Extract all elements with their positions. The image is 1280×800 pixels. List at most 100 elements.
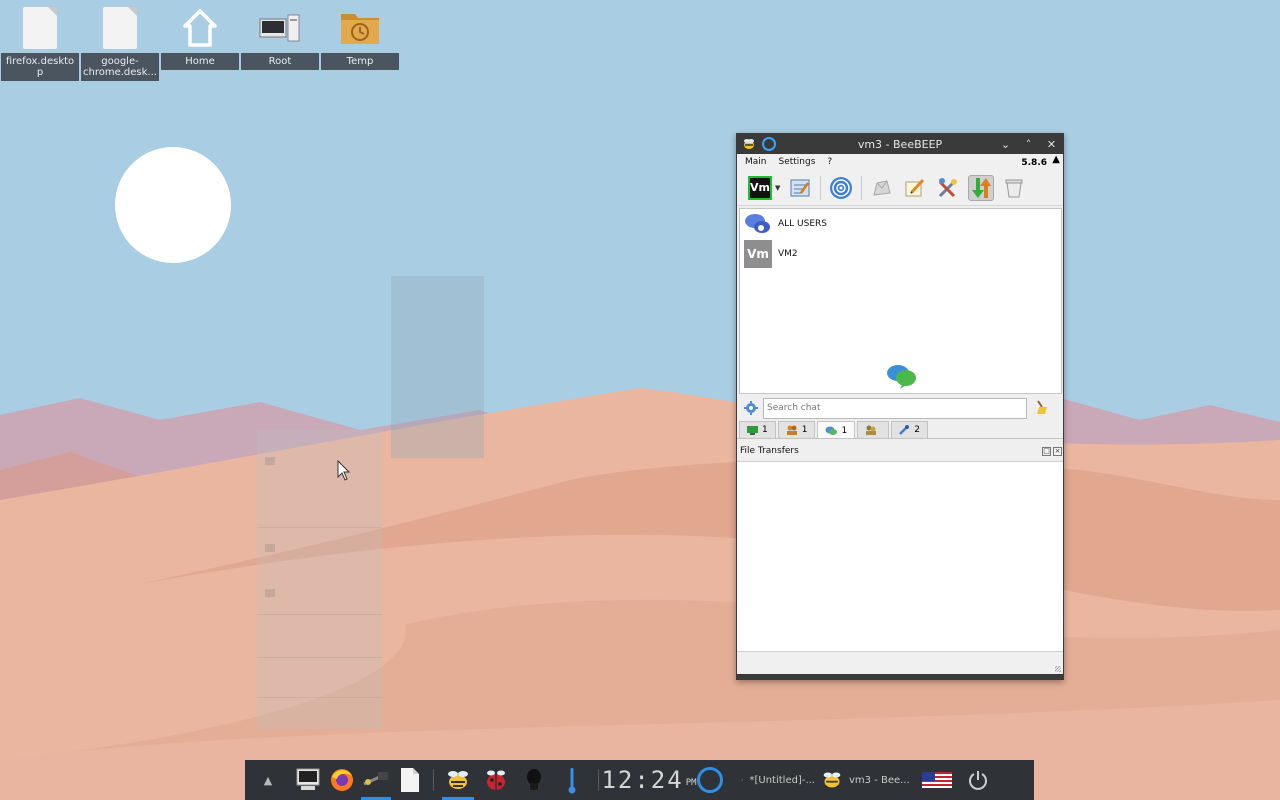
desktop-icon-label: Home [161,53,239,70]
network-button[interactable] [828,175,854,201]
maximize-icon[interactable]: ˄ [1023,138,1034,151]
power-button[interactable] [959,760,997,800]
resize-grip-icon[interactable] [1055,666,1061,672]
desktop-icon-label: Temp [321,53,399,70]
tab-bar: 1 1 1 2 [739,421,928,439]
ghost-menu [257,429,382,729]
tux-icon: ▲ [1052,154,1060,165]
tab-count: 1 [841,425,848,436]
trash-button[interactable] [1001,175,1027,201]
clock[interactable]: 12:24 PM [601,760,696,800]
chevron-up-icon: ▲ [263,773,273,787]
beebeep-icon [448,771,468,789]
menu-main[interactable]: Main [745,157,767,167]
tab-chats[interactable]: 1 [817,421,856,439]
desktop-icon-label: firefox.desktop [1,53,79,81]
tab-groups[interactable]: 1 [777,421,816,438]
ghost-window [391,276,484,458]
status-ring-icon [697,767,723,793]
search-input[interactable] [763,397,1027,419]
launcher-dark-app[interactable] [516,760,552,800]
desert-wallpaper [0,0,1280,800]
chats-tab-icon [825,426,838,435]
users-tab-icon [747,425,758,435]
mouse-cursor-icon [337,460,351,481]
desktop-icon-firefox[interactable]: firefox.desktop [1,4,79,81]
avatar: Vm [744,240,772,268]
note-button[interactable] [902,175,928,201]
launcher-firefox[interactable] [325,760,359,800]
desktop-icon-temp[interactable]: Temp [321,4,399,70]
beebeep-window: vm3 - BeeBEEP ⌄ ˄ ✕ Main Settings ? 5.8.… [736,133,1064,680]
file-transfers-header: File Transfers □ × [740,446,1062,460]
menu-settings[interactable]: Settings [779,157,816,167]
file-transfer-button[interactable] [968,174,995,201]
shade-icon[interactable]: ⌄ [1000,138,1011,151]
task-beebeep[interactable]: vm3 - Bee... [815,760,915,800]
list-item-all-users[interactable]: ALL USERS [740,209,1061,239]
firefox-icon [331,769,353,791]
chat-bubble-icon [887,365,916,389]
tab-users[interactable]: 1 [739,421,776,438]
edit-profile-button[interactable] [787,175,813,201]
tools-icon [939,177,958,197]
clear-search-icon[interactable] [1033,399,1049,418]
group-icon [873,179,892,196]
menu-help[interactable]: ? [827,157,832,167]
file-transfer-icon [972,177,992,198]
float-panel-icon[interactable]: □ [1042,447,1051,456]
status-ring-icon[interactable] [762,137,776,151]
desktop-icon-root[interactable]: Root [241,4,319,70]
desktop-icon-label: Root [241,53,319,70]
close-icon[interactable]: ✕ [1046,138,1057,151]
show-hidden-button[interactable]: ▲ [245,760,291,800]
clock-time: 12:24 [601,766,684,794]
network-icon [830,176,853,199]
toolbar: Vm ▼ [737,170,1063,206]
desktop-icon-google-chrome[interactable]: google-chrome.desk... [81,4,159,81]
shares-tab-icon [866,425,877,435]
vm-status-button[interactable]: Vm [747,175,773,201]
keyboard-layout[interactable] [915,760,959,800]
user-name: ALL USERS [778,219,827,229]
vm-status-icon: Vm [748,175,772,200]
task-untitled[interactable]: *[Untitled]-... [727,760,815,800]
computer-icon [296,768,320,790]
close-panel-icon[interactable]: × [1053,447,1062,456]
file-icon [103,7,137,49]
tab-count: 1 [762,425,768,435]
status-ring-button[interactable] [693,760,727,800]
tab-plugins[interactable]: 2 [891,421,928,438]
user-list: ALL USERS Vm VM2 [739,208,1062,394]
launcher-thermometer[interactable] [552,760,592,800]
window-titlebar[interactable]: vm3 - BeeBEEP ⌄ ˄ ✕ [737,134,1063,154]
task-label: *[Untitled]-... [749,774,815,786]
version-label: 5.8.6 [1021,158,1047,168]
desktop-icon-home[interactable]: Home [161,4,239,70]
plugins-tab-icon [899,425,910,435]
group-button[interactable] [869,175,895,201]
note-pencil-icon [905,178,925,196]
editor-icon [741,779,744,781]
search-options-icon[interactable] [739,400,763,416]
task-label: vm3 - Bee... [849,774,910,786]
launcher-settings[interactable] [359,760,393,800]
file-icon [23,7,57,49]
tab-count: 1 [801,425,808,435]
launcher-beebeep[interactable] [440,760,476,800]
dropdown-arrow-icon[interactable]: ▼ [775,184,780,192]
text-file-icon [401,768,419,792]
launcher-computer[interactable] [291,760,325,800]
status-bar [737,652,1063,674]
list-item-vm2[interactable]: Vm VM2 [740,239,1061,269]
taskbar: ▲ 12:24 PM *[Untitled]-... vm3 - Bee... [245,760,1034,800]
tab-shares[interactable] [857,421,890,438]
tools-button[interactable] [935,175,961,201]
edit-profile-icon [790,179,810,196]
launcher-bug-app[interactable] [476,760,516,800]
tab-count: 2 [914,425,920,435]
menubar: Main Settings ? 5.8.6 ▲ [737,154,1063,170]
trash-icon [1005,179,1023,197]
file-transfers-title: File Transfers [740,446,799,456]
launcher-text-editor[interactable] [393,760,427,800]
